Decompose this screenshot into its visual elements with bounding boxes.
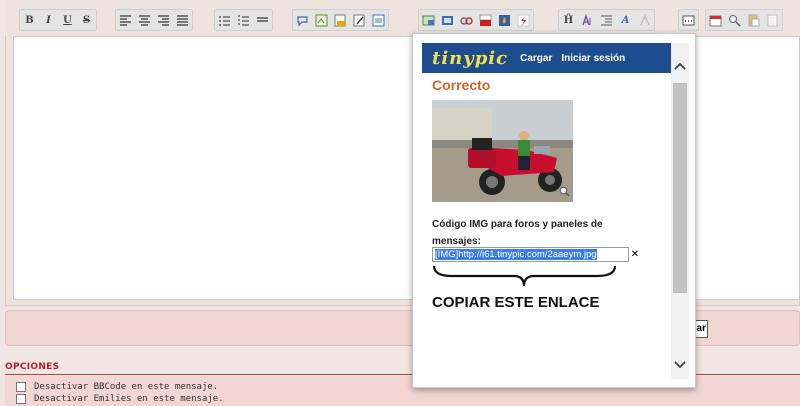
checkbox[interactable] [16,382,26,392]
zoom-icon[interactable] [557,184,571,198]
img-code-field[interactable]: [IMG]http://i61.tinypic.com/2aaeym.jpg [432,247,629,262]
youtube-icon[interactable] [476,10,495,30]
toolbar-group-lists [214,9,273,31]
image-upload-icon[interactable] [419,10,438,30]
options-title: OPCIONES [5,362,60,372]
popup-scrollbar[interactable] [671,43,689,379]
toolbar-group-align [115,9,193,31]
img-code-selection: [IMG]http://i61.tinypic.com/2aaeym.jpg [435,249,597,260]
flash-icon[interactable] [514,10,533,30]
image-link-icon[interactable] [312,10,331,30]
toolbar-group-text: Ĥ A [558,9,655,31]
heading-button[interactable]: Ĥ [559,10,578,30]
italic-button[interactable]: I [39,10,58,30]
justify-icon[interactable] [173,10,192,30]
align-left-icon[interactable] [116,10,135,30]
scroll-down-icon[interactable] [671,352,689,378]
option-label: Desactivar Emilies en este mensaje. [34,394,224,404]
unordered-list-icon[interactable] [215,10,234,30]
more-icon[interactable] [679,10,698,30]
copy-link-annotation: COPIAR ESTE ENLACE [432,294,600,311]
underline-button[interactable]: U [58,10,77,30]
color-icon[interactable] [635,10,654,30]
document-icon[interactable] [369,10,388,30]
calendar-icon[interactable] [706,10,725,30]
scroll-up-icon[interactable] [671,53,689,79]
quote-icon[interactable] [293,10,312,30]
editor-toolbar: B I U S Ĥ A [5,0,800,36]
indent-icon[interactable] [597,10,616,30]
upload-status: Correcto [432,77,491,93]
font-style-button[interactable]: A [616,10,635,30]
link-icon[interactable] [457,10,476,30]
align-right-icon[interactable] [154,10,173,30]
bold-button[interactable]: B [20,10,39,30]
ordered-list-icon[interactable] [234,10,253,30]
upload-link[interactable]: Cargar [520,53,552,64]
login-link[interactable]: Iniciar sesión [561,53,625,64]
toolbar-group-insert [292,9,389,31]
option-label: Desactivar BBCode en este mensaje. [34,382,219,392]
tinypic-popup: tinypic Cargar Iniciar sesión Correcto C… [412,33,696,388]
img-code-label: Código IMG para foros y paneles de mensa… [432,219,603,247]
checkbox[interactable] [16,394,26,404]
gallery-icon[interactable] [438,10,457,30]
annotation-brace [432,265,617,287]
page-icon[interactable] [763,10,782,30]
fire-icon[interactable] [495,10,514,30]
option-disable-smilies[interactable]: Desactivar Emilies en este mensaje. [16,394,224,404]
option-disable-bbcode[interactable]: Desactivar BBCode en este mensaje. [16,382,218,392]
edit-icon[interactable] [350,10,369,30]
toolbar-group-format: B I U S [19,9,97,31]
tinypic-header: tinypic Cargar Iniciar sesión [422,43,671,73]
search-icon[interactable] [725,10,744,30]
font-size-icon[interactable] [578,10,597,30]
toolbar-group-extra [705,9,783,31]
paste-icon[interactable] [744,10,763,30]
strikethrough-button[interactable]: S [77,10,96,30]
toolbar-group-media [418,9,534,31]
insert-image-icon[interactable] [331,10,350,30]
align-center-icon[interactable] [135,10,154,30]
clear-icon[interactable]: ✕ [629,247,641,262]
toolbar-group-more [678,9,699,31]
scrollbar-thumb[interactable] [673,83,687,293]
horizontal-rule-icon[interactable] [253,10,272,30]
tinypic-logo[interactable]: tinypic [432,48,508,69]
uploaded-photo-thumbnail[interactable] [432,100,573,202]
